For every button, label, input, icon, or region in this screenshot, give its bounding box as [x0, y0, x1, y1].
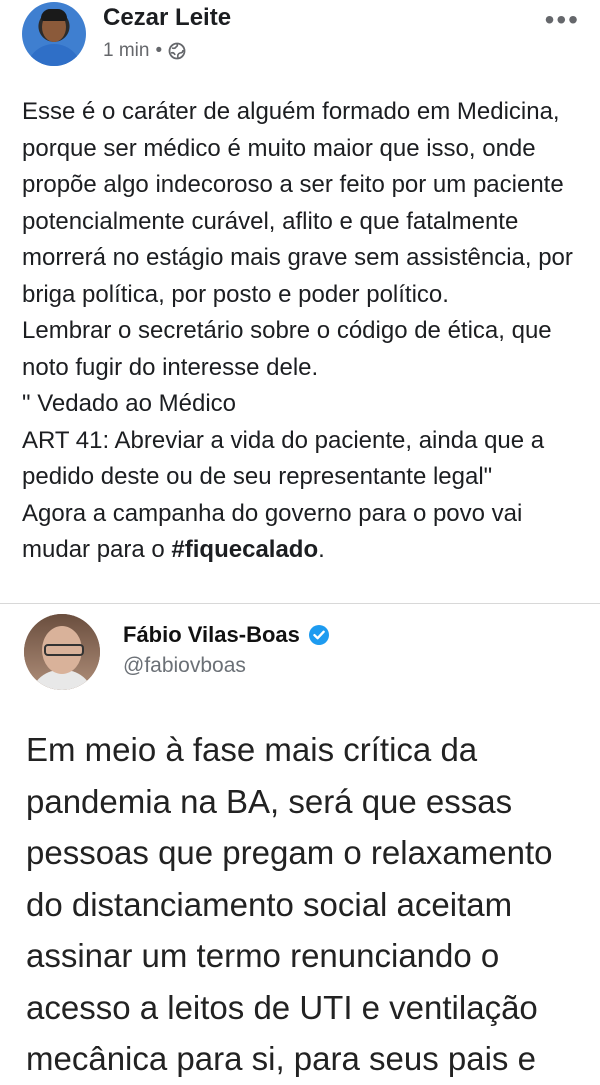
post-paragraph: ART 41: Abreviar a vida do paciente, ain… [22, 426, 545, 491]
trailing-period: . [318, 536, 325, 563]
author-avatar[interactable] [22, 2, 86, 66]
author-name[interactable]: Cezar Leite [103, 4, 231, 32]
meta-separator: • [155, 40, 163, 61]
tweet-author-name: Fábio Vilas-Boas [123, 622, 330, 648]
tweet-handle: @fabiovboas [123, 654, 246, 677]
tweet-avatar [24, 614, 100, 690]
post-header: Cezar Leite 1 min • ••• [0, 0, 600, 80]
post-meta: 1 min • [103, 40, 186, 62]
verified-icon [308, 625, 329, 645]
post-paragraph-last: Agora a campanha do governo para o povo … [22, 496, 592, 569]
shared-tweet-image[interactable]: Fábio Vilas-Boas @fabiovboas Em meio à f… [0, 603, 600, 1077]
more-icon[interactable]: ••• [545, 4, 580, 36]
post-body: Esse é o caráter de alguém formado em Me… [22, 94, 592, 569]
post-paragraph: Esse é o caráter de alguém formado em Me… [22, 98, 573, 308]
tweet-author-label: Fábio Vilas-Boas [123, 622, 300, 647]
post-paragraph: Lembrar o secretário sobre o código de é… [22, 317, 552, 381]
hashtag-link[interactable]: #fiquecalado [171, 536, 318, 563]
post-time[interactable]: 1 min [103, 40, 149, 62]
globe-icon [168, 42, 186, 60]
post-paragraph: " Vedado ao Médico [22, 390, 237, 417]
tweet-text: Em meio à fase mais crítica da pandemia … [26, 731, 553, 1077]
